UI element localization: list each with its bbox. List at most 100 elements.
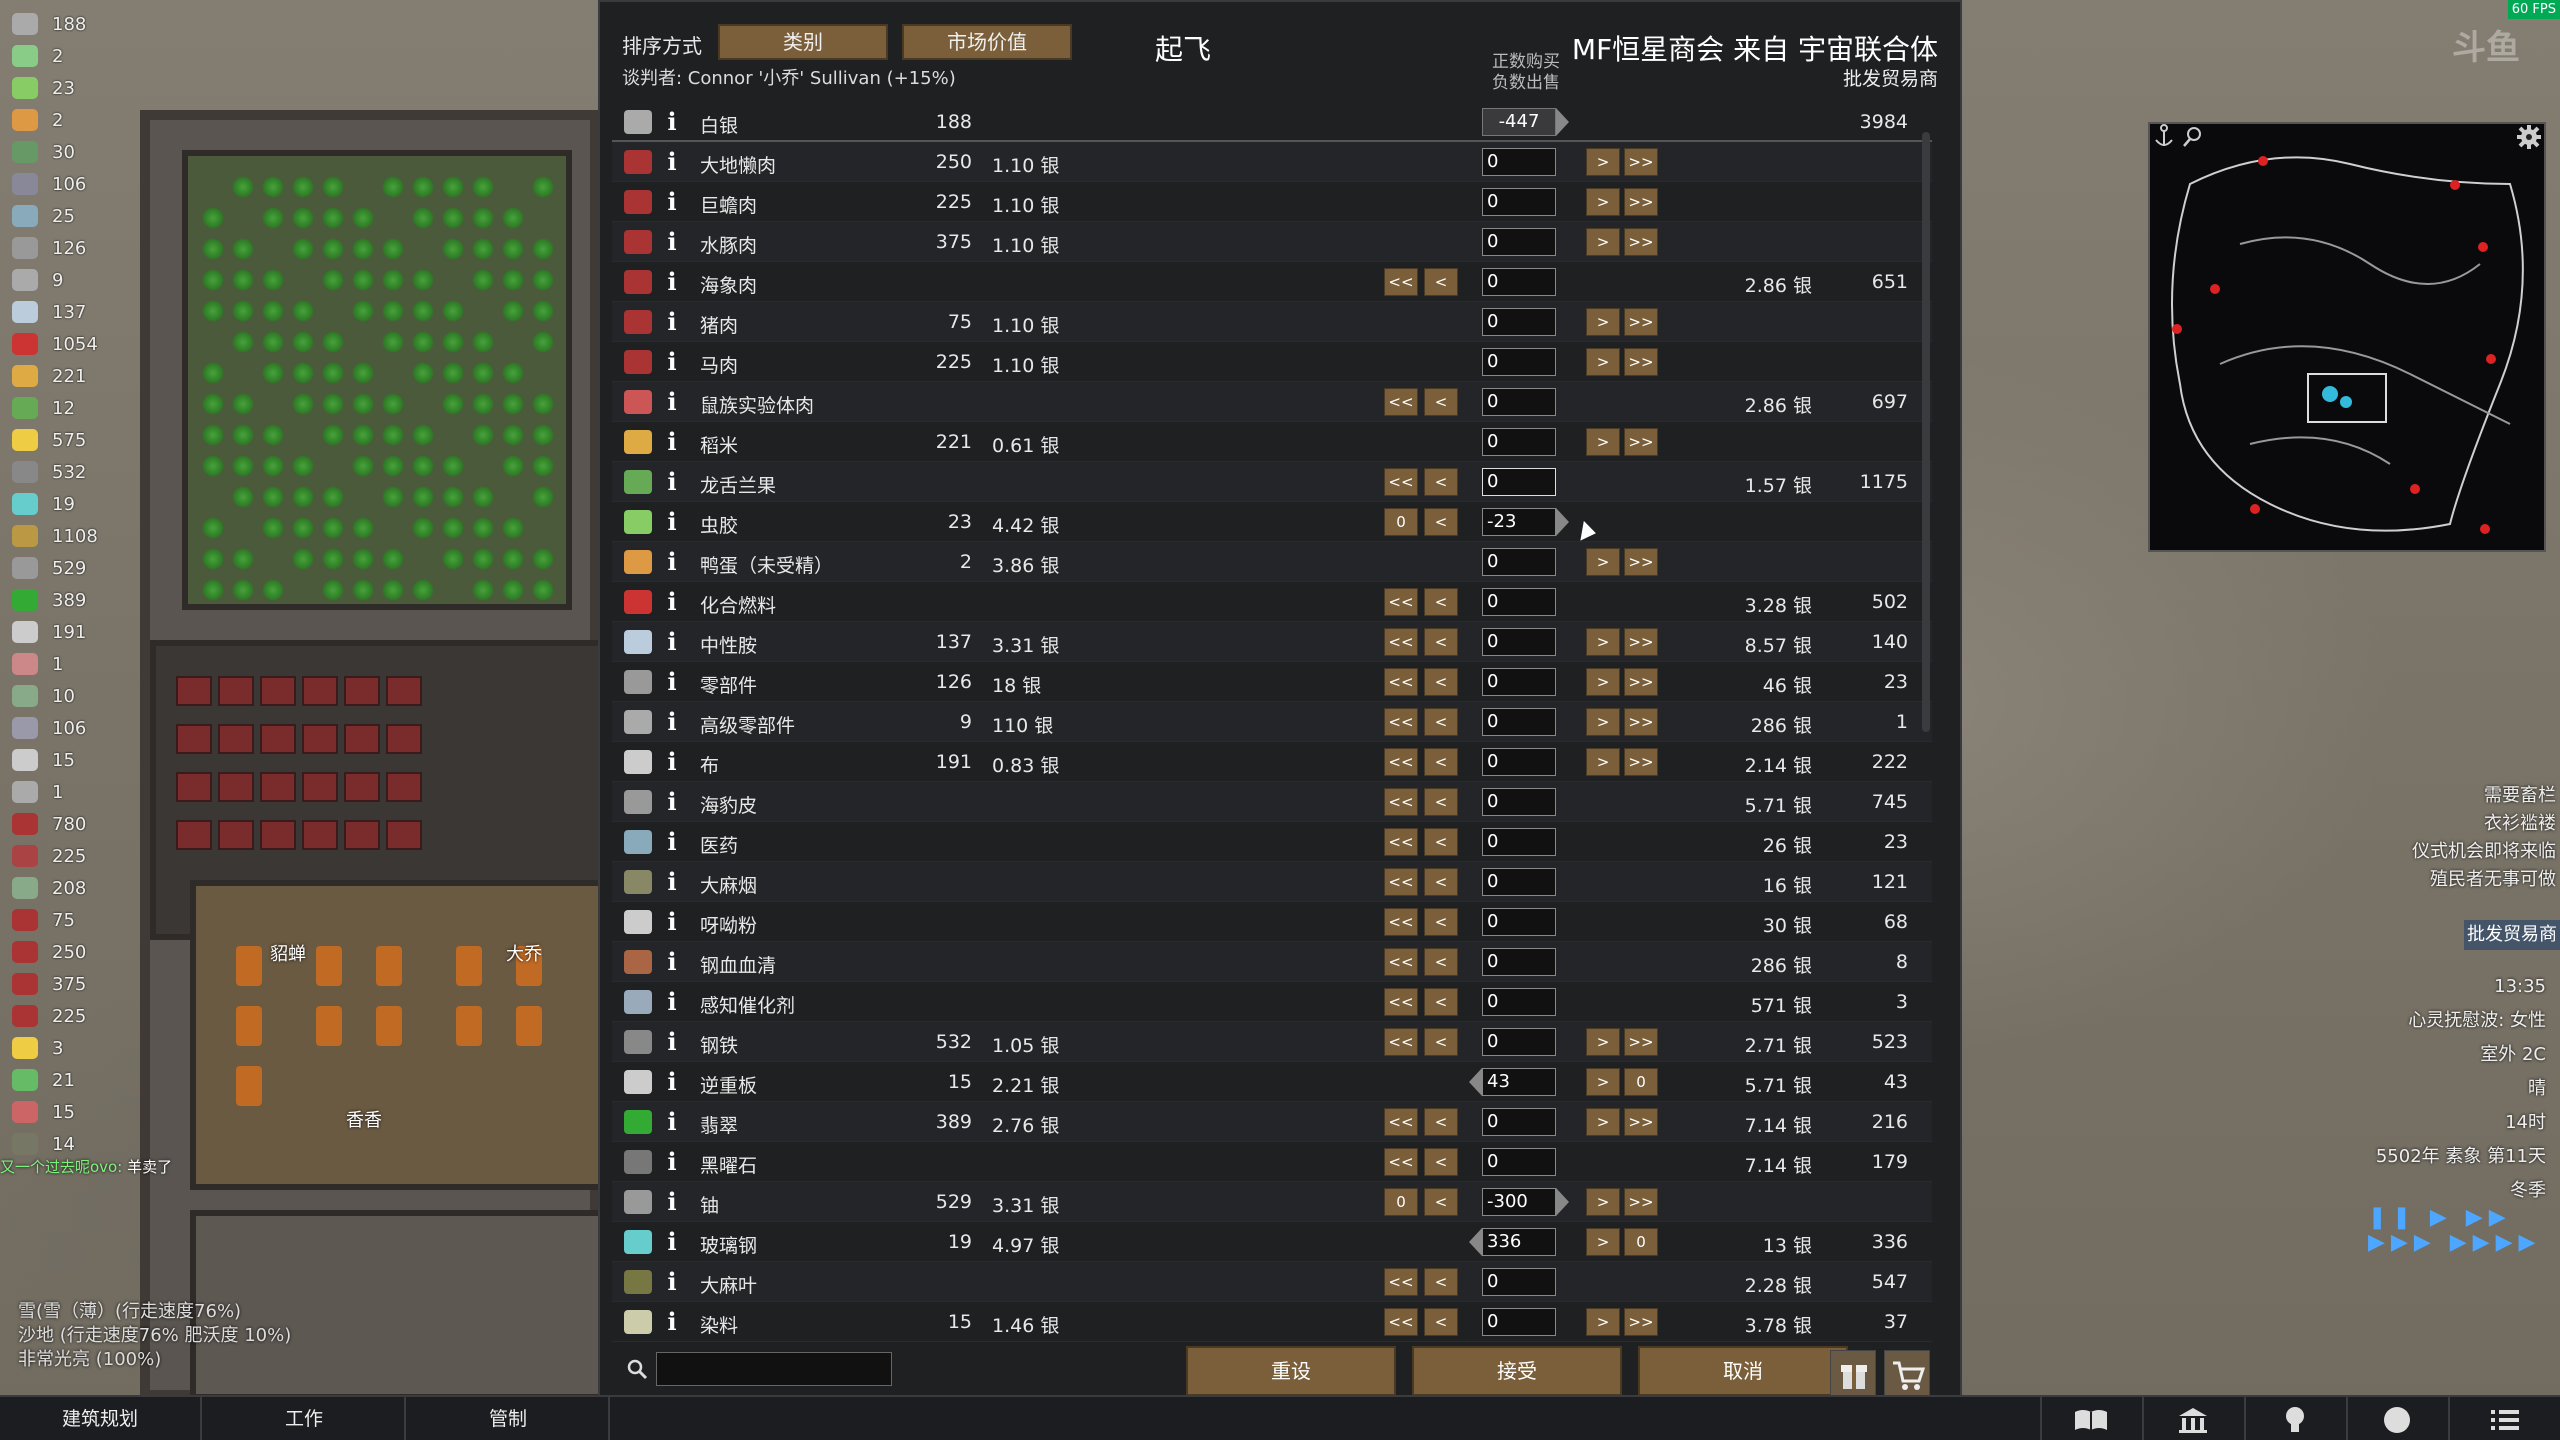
- plant[interactable]: [202, 579, 224, 601]
- resource-item[interactable]: 225: [0, 840, 120, 872]
- plant[interactable]: [352, 393, 374, 415]
- plant[interactable]: [352, 207, 374, 229]
- info-icon[interactable]: i: [662, 1107, 682, 1137]
- stockpile-item[interactable]: [176, 820, 212, 850]
- tab-architect[interactable]: 建筑规划: [0, 1397, 202, 1440]
- sell-all-button[interactable]: <<: [1384, 268, 1418, 296]
- stockpile-item[interactable]: [302, 676, 338, 706]
- stockpile-item[interactable]: [344, 820, 380, 850]
- minimap[interactable]: [2148, 122, 2546, 552]
- stockpile-item[interactable]: [260, 676, 296, 706]
- plant[interactable]: [502, 362, 524, 384]
- resource-item[interactable]: 75: [0, 904, 120, 936]
- plant[interactable]: [322, 269, 344, 291]
- resource-item[interactable]: 1108: [0, 520, 120, 552]
- alert-item[interactable]: 需要畜栏: [2412, 782, 2556, 810]
- plant[interactable]: [322, 362, 344, 384]
- buy-all-button[interactable]: >>: [1624, 1028, 1658, 1056]
- trade-amount-field[interactable]: 0: [1482, 468, 1556, 496]
- info-icon[interactable]: i: [662, 187, 682, 217]
- pawn-name[interactable]: 貂蝉: [270, 940, 306, 966]
- sell-all-button[interactable]: <<: [1384, 868, 1418, 896]
- plant[interactable]: [382, 579, 404, 601]
- plant[interactable]: [352, 548, 374, 570]
- plant[interactable]: [322, 486, 344, 508]
- stockpile-item[interactable]: [302, 724, 338, 754]
- sell-all-button[interactable]: <<: [1384, 828, 1418, 856]
- plant[interactable]: [442, 238, 464, 260]
- info-icon[interactable]: i: [662, 827, 682, 857]
- trade-amount-field[interactable]: 0: [1482, 428, 1556, 456]
- plant[interactable]: [382, 393, 404, 415]
- plant[interactable]: [292, 300, 314, 322]
- sell-one-button[interactable]: <: [1424, 948, 1458, 976]
- plant[interactable]: [532, 424, 554, 446]
- plant[interactable]: [532, 455, 554, 477]
- sell-one-button[interactable]: <: [1424, 828, 1458, 856]
- resource-item[interactable]: 21: [0, 1064, 120, 1096]
- sell-one-button[interactable]: <: [1424, 268, 1458, 296]
- plant[interactable]: [352, 517, 374, 539]
- buy-one-button[interactable]: >: [1586, 1188, 1620, 1216]
- buy-all-button[interactable]: >>: [1624, 1188, 1658, 1216]
- stockpile-item[interactable]: [260, 724, 296, 754]
- game-speed-controls[interactable]: ❚❚ ▶ ▶▶ ▶▶▶ ▶▶▶▶: [2368, 1205, 2560, 1255]
- trade-amount-field[interactable]: 0: [1482, 188, 1556, 216]
- reset-button[interactable]: 重设: [1186, 1346, 1396, 1396]
- stockpile-item[interactable]: [302, 820, 338, 850]
- trade-amount-field[interactable]: 0: [1482, 548, 1556, 576]
- buy-one-button[interactable]: >: [1586, 1308, 1620, 1336]
- info-icon[interactable]: i: [662, 627, 682, 657]
- trade-amount-field[interactable]: 0: [1482, 1308, 1556, 1336]
- plant[interactable]: [202, 238, 224, 260]
- plant[interactable]: [442, 486, 464, 508]
- plant[interactable]: [292, 331, 314, 353]
- plant[interactable]: [382, 238, 404, 260]
- resource-item[interactable]: 30: [0, 136, 120, 168]
- plant[interactable]: [382, 455, 404, 477]
- plant[interactable]: [322, 176, 344, 198]
- sell-one-button[interactable]: <: [1424, 868, 1458, 896]
- info-icon[interactable]: i: [662, 1027, 682, 1057]
- plant[interactable]: [502, 238, 524, 260]
- plant[interactable]: [382, 486, 404, 508]
- trade-amount-field[interactable]: 0: [1482, 988, 1556, 1016]
- buy-all-button[interactable]: >>: [1624, 188, 1658, 216]
- buy-one-button[interactable]: >: [1586, 1028, 1620, 1056]
- sell-all-button[interactable]: <<: [1384, 1308, 1418, 1336]
- info-icon[interactable]: i: [662, 507, 682, 537]
- chair[interactable]: [316, 946, 342, 986]
- plant[interactable]: [322, 548, 344, 570]
- trade-amount-field[interactable]: 0: [1482, 268, 1556, 296]
- resource-item[interactable]: 10: [0, 680, 120, 712]
- plant[interactable]: [232, 486, 254, 508]
- sell-one-button[interactable]: <: [1424, 1268, 1458, 1296]
- plant[interactable]: [472, 517, 494, 539]
- plant[interactable]: [442, 207, 464, 229]
- chair[interactable]: [236, 946, 262, 986]
- plant[interactable]: [442, 362, 464, 384]
- stockpile-item[interactable]: [344, 772, 380, 802]
- info-icon[interactable]: i: [662, 1067, 682, 1097]
- plant[interactable]: [202, 207, 224, 229]
- resource-item[interactable]: 208: [0, 872, 120, 904]
- stockpile-item[interactable]: [218, 820, 254, 850]
- plant[interactable]: [262, 362, 284, 384]
- stockpile-item[interactable]: [344, 676, 380, 706]
- buy-one-button[interactable]: >: [1586, 708, 1620, 736]
- plant[interactable]: [532, 176, 554, 198]
- plant[interactable]: [382, 176, 404, 198]
- plant[interactable]: [292, 486, 314, 508]
- resource-item[interactable]: 1: [0, 648, 120, 680]
- sell-one-button[interactable]: <: [1424, 468, 1458, 496]
- sell-all-button[interactable]: <<: [1384, 668, 1418, 696]
- plant[interactable]: [262, 269, 284, 291]
- trade-amount-field[interactable]: 0: [1482, 1108, 1556, 1136]
- resource-item[interactable]: 532: [0, 456, 120, 488]
- info-icon[interactable]: i: [662, 707, 682, 737]
- trade-amount-field[interactable]: -300: [1482, 1188, 1569, 1216]
- pawn-name[interactable]: 香香: [346, 1106, 382, 1132]
- growing-zone[interactable]: [182, 150, 572, 610]
- gift-mode-button[interactable]: [1830, 1350, 1876, 1396]
- plant[interactable]: [502, 393, 524, 415]
